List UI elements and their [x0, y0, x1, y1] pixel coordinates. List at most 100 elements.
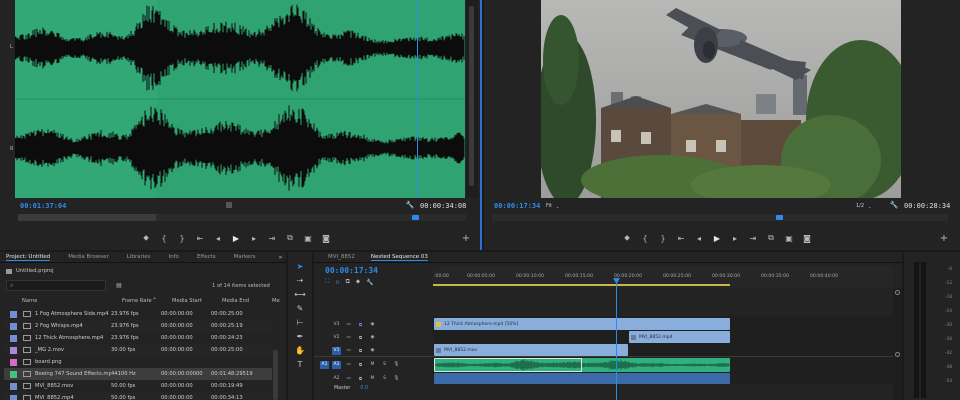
source-patch[interactable]: A1	[320, 360, 329, 369]
resolution-dropdown[interactable]: 1/2 ⌄	[856, 202, 886, 210]
hand-tool-icon[interactable]: ✋	[293, 344, 307, 356]
tab-nested-sequence[interactable]: Nested Sequence 03	[370, 254, 428, 261]
scroll-handle-bottom[interactable]	[895, 352, 900, 357]
program-timecode-current[interactable]: 00:00:17:34	[494, 202, 540, 210]
program-playhead-handle[interactable]	[776, 215, 783, 220]
tab-libraries[interactable]: Libraries	[127, 254, 151, 260]
track-select-tool-icon[interactable]: ⇢	[293, 274, 307, 286]
sync-lock-icon[interactable]: ⧉	[356, 334, 365, 342]
clip-a2[interactable]	[434, 373, 730, 384]
add-button-icon[interactable]: +	[938, 232, 950, 244]
source-patch[interactable]	[320, 321, 329, 329]
lock-icon[interactable]: ▭	[344, 361, 353, 369]
go-to-out-icon[interactable]: ⇥	[747, 231, 759, 245]
sync-lock-icon[interactable]: ⧉	[356, 361, 365, 369]
program-video-frame[interactable]	[541, 0, 901, 198]
tab-media-browser[interactable]: Media Browser	[68, 254, 109, 260]
fit-dropdown[interactable]: Fit ⌄	[546, 202, 578, 210]
add-button-icon[interactable]: +	[460, 232, 472, 244]
source-patch[interactable]	[320, 347, 329, 355]
lock-icon[interactable]: ▭	[344, 375, 353, 383]
source-playhead-handle[interactable]	[412, 215, 419, 220]
label-color-swatch[interactable]	[10, 346, 17, 354]
linked-selection-icon[interactable]: ⧉	[346, 278, 350, 286]
step-forward-icon[interactable]: ▸	[248, 231, 260, 245]
label-color-swatch[interactable]	[10, 334, 17, 342]
lift-icon[interactable]: ⧉	[765, 231, 777, 245]
eye-icon[interactable]: ◉	[368, 321, 377, 329]
eye-icon[interactable]: ◉	[368, 334, 377, 342]
scroll-handle-top[interactable]	[895, 290, 900, 295]
source-patch[interactable]	[320, 375, 329, 383]
lock-icon[interactable]: ▭	[344, 334, 353, 342]
track-name[interactable]: A1	[332, 360, 341, 369]
microphone-icon[interactable]: 🎙	[392, 375, 401, 383]
razor-tool-icon[interactable]: ✎	[293, 302, 307, 314]
tab-effects[interactable]: Effects	[197, 254, 216, 260]
project-list-item[interactable]: Boeing 747 Sound Effects.mp 44100 Hz 00:00…	[4, 368, 272, 380]
tab-project[interactable]: Project: Untitled	[6, 254, 51, 261]
column-media-start[interactable]: Media Start	[172, 298, 202, 304]
wrench-icon[interactable]: 🔧	[888, 200, 900, 210]
clip-a1[interactable]	[434, 358, 730, 372]
tab-info[interactable]: Info	[169, 254, 179, 260]
step-forward-icon[interactable]: ▸	[729, 231, 741, 245]
project-list-item[interactable]: MVI_8852.mp4 50.00 fps 00:00:00:00 00:00:34…	[4, 392, 272, 400]
sync-lock-icon[interactable]: ⧉	[356, 347, 365, 355]
wrench-icon[interactable]: 🔧	[366, 278, 373, 286]
step-back-icon[interactable]: ◂	[212, 231, 224, 245]
wrench-icon[interactable]: 🔧	[404, 200, 416, 210]
type-tool-icon[interactable]: T	[293, 358, 307, 370]
source-time-ruler[interactable]	[18, 214, 466, 221]
column-media-end[interactable]: Media End	[222, 298, 249, 304]
camera-icon[interactable]: ◙	[320, 231, 332, 245]
source-patch[interactable]	[320, 334, 329, 342]
eye-icon[interactable]: ◉	[368, 347, 377, 355]
camera-icon[interactable]: ◙	[801, 231, 813, 245]
overflow-chevron-icon[interactable]: »	[276, 253, 285, 262]
play-icon[interactable]: ▶	[230, 231, 242, 245]
tab-markers[interactable]: Markers	[234, 254, 256, 260]
label-color-swatch[interactable]	[10, 358, 17, 366]
solo-icon[interactable]: S	[380, 361, 389, 369]
track-name[interactable]: V3	[332, 321, 341, 329]
timeline-timecode[interactable]: 00:00:17:34	[325, 266, 378, 275]
timeline-vertical-scrollbar[interactable]	[893, 288, 902, 400]
label-color-swatch[interactable]	[10, 322, 17, 330]
source-settings-marker[interactable]	[226, 202, 232, 208]
column-name[interactable]: Name	[22, 298, 37, 304]
pen-tool-icon[interactable]: ✒	[293, 330, 307, 342]
clip-v3[interactable]: 12 Thick Atmosphere.mp4 [50%]	[434, 318, 730, 330]
project-scrollbar[interactable]	[273, 350, 278, 400]
master-value[interactable]: 0.0	[360, 386, 368, 391]
lock-icon[interactable]: ▭	[344, 347, 353, 355]
selection-tool-icon[interactable]: ➤	[293, 260, 307, 272]
go-to-in-icon[interactable]: ⇤	[194, 231, 206, 245]
clip-v2[interactable]: MVI_8852.mp4	[629, 331, 730, 343]
lock-icon[interactable]: ▭	[344, 321, 353, 329]
source-timecode-current[interactable]: 00:01:37:04	[20, 202, 66, 210]
project-list-item[interactable]: MVI_8852.mov 50.00 fps 00:00:00:00 00:00:19…	[4, 380, 272, 392]
project-list-item[interactable]: board.png	[4, 356, 272, 368]
label-color-swatch[interactable]	[10, 382, 17, 390]
mark-out-icon[interactable]: }	[176, 231, 188, 245]
add-marker-icon[interactable]: ⬥	[140, 231, 152, 245]
ripple-edit-tool-icon[interactable]: ⟷	[293, 288, 307, 300]
label-color-swatch[interactable]	[10, 310, 17, 318]
project-search-input[interactable]: ⌕	[6, 280, 106, 291]
tab-sequence-mvi[interactable]: MVI_8852	[328, 254, 355, 260]
project-list-item[interactable]: _MG 2.mov 30.00 fps 00:00:00:00 00:00:25:00	[4, 344, 272, 356]
play-icon[interactable]: ▶	[711, 231, 723, 245]
track-name[interactable]: V1	[332, 346, 341, 355]
timeline-ruler[interactable]: :00:00 00:00:05:00 00:00:10:00 00:00:15:00 0…	[433, 266, 893, 288]
insert-icon[interactable]: ⧉	[284, 231, 296, 245]
snap-icon[interactable]: ∩	[335, 278, 339, 286]
microphone-icon[interactable]: 🎙	[392, 361, 401, 369]
mute-icon[interactable]: M	[368, 361, 377, 369]
go-to-out-icon[interactable]: ⇥	[266, 231, 278, 245]
add-marker-icon[interactable]: ⬥	[621, 231, 633, 245]
sync-lock-icon[interactable]: ⧉	[356, 321, 365, 329]
extract-icon[interactable]: ▣	[783, 231, 795, 245]
nest-icon[interactable]: ⛶	[325, 278, 329, 286]
label-color-swatch[interactable]	[10, 394, 17, 400]
